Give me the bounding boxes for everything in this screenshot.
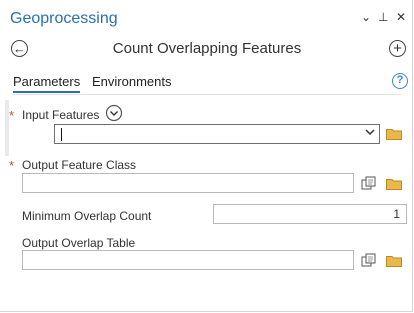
tab-divider [12, 94, 402, 95]
geoprocessing-pane: Geoprocessing ⌄ ⊥ ✕ ← Count Overlapping … [0, 0, 413, 312]
pane-options-icon[interactable]: ⌄ [361, 10, 371, 24]
text-caret [61, 128, 62, 141]
browse-folder-icon[interactable] [386, 128, 402, 140]
add-button[interactable]: + [389, 40, 406, 57]
required-marker: * [9, 108, 15, 123]
plus-icon: + [393, 40, 402, 57]
dataset-icon[interactable] [361, 176, 377, 190]
minimum-overlap-count-label: Minimum Overlap Count [22, 209, 152, 223]
tab-environments[interactable]: Environments [92, 74, 171, 89]
tool-title: Count Overlapping Features [112, 40, 302, 57]
input-features-label: Input Features [22, 108, 100, 122]
output-overlap-table-label: Output Overlap Table [22, 236, 136, 250]
browse-folder-icon[interactable] [386, 178, 402, 190]
input-features-field[interactable] [54, 124, 380, 144]
chevron-down-icon[interactable] [105, 104, 123, 122]
pane-title: Geoprocessing [10, 10, 118, 27]
minimum-overlap-count-input[interactable]: 1 [213, 204, 407, 224]
dropdown-arrow-icon[interactable] [365, 125, 375, 143]
browse-folder-icon[interactable] [386, 255, 402, 267]
close-icon[interactable]: ✕ [396, 10, 406, 24]
tab-parameters[interactable]: Parameters [13, 74, 81, 93]
output-feature-class-label: Output Feature Class [22, 158, 137, 172]
dataset-icon[interactable] [361, 253, 377, 267]
help-icon[interactable]: ? [392, 73, 408, 89]
output-overlap-table-field[interactable] [22, 250, 354, 270]
required-marker: * [9, 158, 15, 173]
pin-icon[interactable]: ⊥ [378, 10, 388, 24]
output-feature-class-field[interactable] [22, 173, 354, 193]
